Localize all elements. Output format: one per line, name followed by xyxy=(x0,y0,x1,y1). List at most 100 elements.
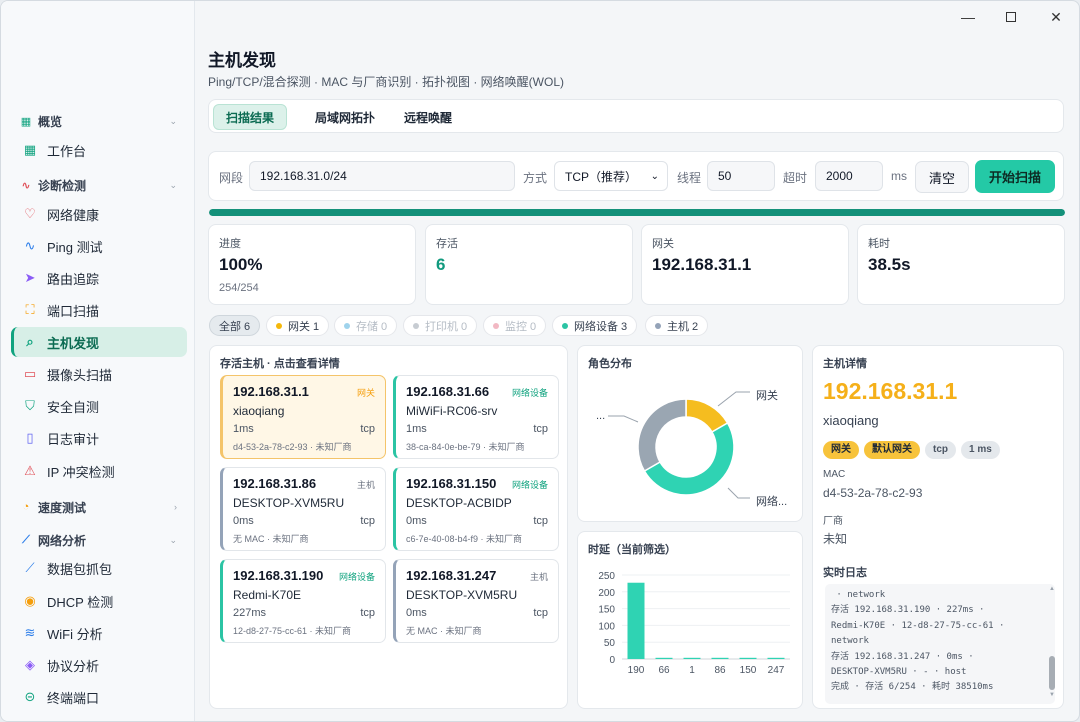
badge-default-gateway: 默认网关 xyxy=(864,441,920,459)
chart-icon: ⟋ xyxy=(22,533,30,546)
latency-bar-66 xyxy=(655,657,673,659)
app-window: — ✕ ▦ 概览 ⌄ ▦ 工作台 ∿ 诊断检测 ⌄ ♡ 网络健康 ∿ Ping 测试 ➤ 路由追… xyxy=(0,0,1080,722)
sidebar: ▦ 概览 ⌄ ▦ 工作台 ∿ 诊断检测 ⌄ ♡ 网络健康 ∿ Ping 测试 ➤ 路由追踪 ⛶ 端… xyxy=(1,1,195,721)
vendor-label: 厂商 xyxy=(823,516,843,527)
sidebar-item-host-discovery[interactable]: ⌕ 主机发现 xyxy=(11,327,187,357)
sidebar-item-ip-conflict[interactable]: ⚠ IP 冲突检测 xyxy=(11,456,187,486)
detail-hostname: xiaoqiang xyxy=(823,413,879,428)
hosts-title: 存活主机 · 点击查看详情 xyxy=(220,358,340,370)
latency-bar-247 xyxy=(767,657,785,659)
sidebar-item-security[interactable]: ⛉ 安全自测 xyxy=(11,391,187,421)
mac-label: MAC xyxy=(823,469,846,480)
sidebar-item-health[interactable]: ♡ 网络健康 xyxy=(11,199,187,229)
y-tick-label: 50 xyxy=(604,638,616,649)
y-tick-label: 250 xyxy=(598,571,615,582)
sidebar-item-capture[interactable]: ⟋ 数据包抓包 xyxy=(11,553,187,583)
leader-line-host xyxy=(608,415,639,423)
sidebar-item-terminal-port[interactable]: ⊝ 终端端口 xyxy=(11,682,187,712)
detail-ip: 192.168.31.1 xyxy=(823,378,958,404)
printer-dot-icon xyxy=(413,322,419,329)
host-card[interactable]: 192.168.31.190 网络设备 Redmi-K70E 227ms tcp… xyxy=(220,559,386,643)
link-icon: ⊝ xyxy=(24,689,36,704)
y-tick-label: 0 xyxy=(609,655,615,666)
host-card[interactable]: 192.168.31.1 网关 xiaoqiang 1ms tcp d4-53-… xyxy=(220,375,386,459)
host-card[interactable]: 192.168.31.66 网络设备 MiWiFi-RC06-srv 1ms t… xyxy=(393,375,559,459)
storage-dot-icon xyxy=(344,322,350,329)
latency-chart-title: 时延（当前筛选） xyxy=(588,544,676,556)
badge-latency: 1 ms xyxy=(961,441,1000,459)
hosts-panel: 存活主机 · 点击查看详情 192.168.31.1 网关 xiaoqiang … xyxy=(209,345,568,709)
realtime-log: · network 存活 192.168.31.190 · 227ms · Re… xyxy=(825,584,1055,704)
sidebar-item-wifi[interactable]: ≋ WiFi 分析 xyxy=(11,618,187,648)
x-tick-label: 247 xyxy=(768,665,785,676)
detail-badges: 网关 默认网关 tcp 1 ms xyxy=(823,439,1005,459)
badge-protocol: tcp xyxy=(925,441,956,459)
gauge-icon: ◔ xyxy=(22,501,30,513)
donut-label-network: 网络... xyxy=(756,496,788,508)
host-detail-panel: 主机详情 192.168.31.1 xiaoqiang 网关 默认网关 tcp 1 m… xyxy=(812,345,1064,709)
log-scrollbar[interactable]: ▲ ▼ xyxy=(1049,586,1055,702)
tab-scan-results[interactable]: 扫描结果 xyxy=(213,104,288,130)
host-card[interactable]: 192.168.31.150 网络设备 DESKTOP-ACBIDP 0ms t… xyxy=(393,467,559,551)
x-tick-label: 66 xyxy=(658,665,670,676)
host-card[interactable]: 192.168.31.86 主机 DESKTOP-XVM5RU 0ms tcp … xyxy=(220,467,386,551)
grid-icon: ▦ xyxy=(23,142,37,157)
filter-storage[interactable]: 存储 0 xyxy=(334,315,398,336)
file-icon: ▯ xyxy=(26,430,34,445)
sidebar-group-analysis[interactable]: ⟋ 网络分析 ⌄ xyxy=(19,530,179,550)
latency-bar-chart: 250 200 150 100 50 0 190 66 1 86 150 247 xyxy=(598,571,790,676)
mac-value: d4-53-2a-78-c2-93 xyxy=(823,486,923,500)
sidebar-item-dhcp[interactable]: ◉ DHCP 检测 xyxy=(11,586,187,616)
donut-slice-2 xyxy=(637,398,687,473)
page-title: 主机发现 xyxy=(208,51,276,70)
tab-bar: 扫描结果 局域网拓扑 远程唤醒 xyxy=(208,99,1064,133)
chevron-down-icon: ⌄ xyxy=(169,115,177,126)
subnet-label: 网段 xyxy=(219,171,244,185)
log-title: 实时日志 xyxy=(823,567,867,579)
sidebar-item-portscan[interactable]: ⛶ 端口扫描 xyxy=(11,295,187,325)
y-tick-label: 100 xyxy=(598,621,615,632)
sidebar-item-workbench[interactable]: ▦ 工作台 xyxy=(11,135,187,165)
network-device-dot-icon xyxy=(562,322,568,329)
filter-host[interactable]: 主机 2 xyxy=(645,315,709,336)
filter-gateway[interactable]: 网关 1 xyxy=(266,315,330,336)
timeout-input[interactable]: 2000 xyxy=(815,161,883,191)
chevron-right-icon: › xyxy=(174,502,177,512)
filter-network-device[interactable]: 网络设备 3 xyxy=(552,315,638,336)
stat-alive: 存活 6 xyxy=(425,224,633,305)
host-card[interactable]: 192.168.31.247 主机 DESKTOP-XVM5RU 0ms tcp… xyxy=(393,559,559,643)
method-select[interactable]: TCP（推荐） ⌄ xyxy=(554,161,668,191)
donut-label-host: ... xyxy=(596,410,606,422)
sidebar-item-camera[interactable]: ▭ 摄像头扫描 xyxy=(11,359,187,389)
threads-input[interactable]: 50 xyxy=(707,161,775,191)
sidebar-item-traceroute[interactable]: ➤ 路由追踪 xyxy=(11,263,187,293)
gateway-dot-icon xyxy=(276,322,282,329)
sidebar-group-diagnostics[interactable]: ∿ 诊断检测 ⌄ xyxy=(19,175,179,195)
clear-button[interactable]: 清空 xyxy=(915,161,969,193)
x-tick-label: 86 xyxy=(714,665,726,676)
pulse-icon: ∿ xyxy=(21,179,31,192)
start-scan-button[interactable]: 开始扫描 xyxy=(975,160,1055,193)
filter-printer[interactable]: 打印机 0 xyxy=(403,315,478,336)
leader-line-gateway xyxy=(717,391,750,407)
sidebar-item-protocol[interactable]: ◈ 协议分析 xyxy=(11,650,187,680)
sidebar-item-logs[interactable]: ▯ 日志审计 xyxy=(11,423,187,453)
send-icon: ➤ xyxy=(24,270,36,285)
subnet-input[interactable]: 192.168.31.0/24 xyxy=(249,161,515,191)
sidebar-item-ping[interactable]: ∿ Ping 测试 xyxy=(11,231,187,261)
wifi-icon: ≋ xyxy=(24,625,36,640)
main-content: 主机发现 Ping/TCP/混合探测 · MAC 与厂商识别 · 拓扑视图 · … xyxy=(196,1,1079,721)
chart-icon: ⟋ xyxy=(25,560,35,575)
method-label: 方式 xyxy=(523,171,548,185)
filter-all[interactable]: 全部 6 xyxy=(209,315,261,336)
filter-camera[interactable]: 监控 0 xyxy=(483,315,547,336)
scan-form: 网段 192.168.31.0/24 方式 TCP（推荐） ⌄ 线程 50 超时 … xyxy=(208,151,1064,201)
tab-wake-on-lan[interactable]: 远程唤醒 xyxy=(392,104,464,130)
camera-dot-icon xyxy=(493,322,499,329)
camera-icon: ▭ xyxy=(23,366,37,381)
sidebar-group-speed[interactable]: ◔ 速度测试 › xyxy=(19,497,179,517)
tab-lan-topology[interactable]: 局域网拓扑 xyxy=(303,104,387,130)
role-chart-title: 角色分布 xyxy=(588,358,632,370)
sidebar-group-overview[interactable]: ▦ 概览 ⌄ xyxy=(19,111,179,131)
warning-icon: ⚠ xyxy=(24,463,36,478)
